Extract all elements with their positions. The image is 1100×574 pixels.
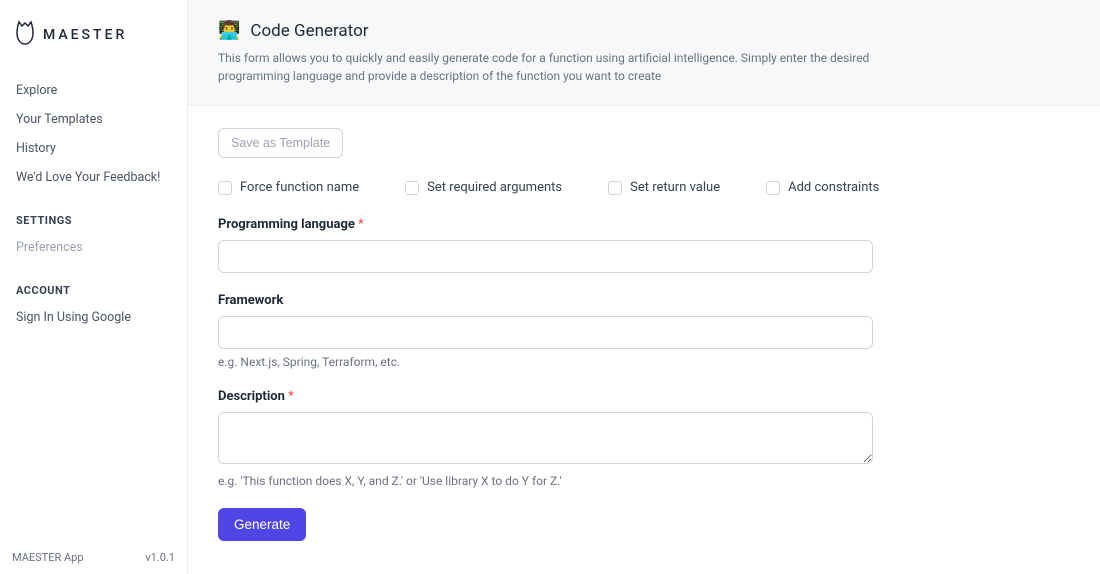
brand-name: MAESTER (43, 27, 127, 43)
sidebar-item-preferences: Preferences (0, 233, 187, 262)
description-textarea[interactable] (218, 412, 873, 464)
field-programming-language: Programming language * (218, 217, 1070, 273)
checkbox-add-constraints[interactable]: Add constraints (766, 180, 879, 195)
field-label-text: Description (218, 389, 285, 404)
checkbox-box-icon (766, 181, 780, 195)
field-description: Description * e.g. 'This function does X… (218, 389, 1070, 488)
sidebar-item-signin-google[interactable]: Sign In Using Google (0, 303, 187, 332)
framework-help-text: e.g. Next.js, Spring, Terraform, etc. (218, 355, 1070, 369)
sidebar-item-your-templates[interactable]: Your Templates (0, 105, 187, 134)
settings-nav: Preferences (0, 233, 187, 272)
description-help-text: e.g. 'This function does X, Y, and Z.' o… (218, 474, 1070, 488)
sidebar-item-feedback[interactable]: We'd Love Your Feedback! (0, 163, 187, 192)
checkbox-label: Add constraints (788, 180, 879, 195)
field-label-text: Programming language (218, 217, 355, 232)
sidebar-item-explore[interactable]: Explore (0, 76, 187, 105)
field-framework: Framework e.g. Next.js, Spring, Terrafor… (218, 293, 1070, 369)
checkbox-box-icon (608, 181, 622, 195)
sidebar-item-history[interactable]: History (0, 134, 187, 163)
checkbox-set-required-arguments[interactable]: Set required arguments (405, 180, 562, 195)
checkbox-label: Set required arguments (427, 180, 562, 195)
checkbox-label: Force function name (240, 180, 359, 195)
page-description: This form allows you to quickly and easi… (218, 49, 938, 85)
sidebar-footer: MAESTER App v1.0.1 (0, 541, 187, 574)
field-label: Description * (218, 389, 1070, 404)
footer-app-name: MAESTER App (12, 551, 84, 564)
main-content: 👨‍💻 Code Generator This form allows you … (188, 0, 1100, 574)
field-label: Framework (218, 293, 1070, 308)
checkbox-box-icon (405, 181, 419, 195)
generate-button[interactable]: Generate (218, 508, 306, 541)
field-label: Programming language * (218, 217, 1070, 232)
checkbox-set-return-value[interactable]: Set return value (608, 180, 720, 195)
account-nav: Sign In Using Google (0, 303, 187, 342)
primary-nav: Explore Your Templates History We'd Love… (0, 66, 187, 202)
form-content: Save as Template Force function name Set… (188, 106, 1100, 563)
save-as-template-button[interactable]: Save as Template (218, 128, 343, 158)
brand[interactable]: MAESTER (0, 0, 187, 66)
account-section-label: ACCOUNT (0, 272, 187, 303)
technologist-icon: 👨‍💻 (218, 20, 240, 41)
framework-input[interactable] (218, 316, 873, 349)
programming-language-input[interactable] (218, 240, 873, 273)
settings-section-label: SETTINGS (0, 202, 187, 233)
page-title: Code Generator (250, 21, 368, 41)
footer-version: v1.0.1 (145, 551, 175, 564)
page-header: 👨‍💻 Code Generator This form allows you … (188, 0, 1100, 106)
checkbox-force-function-name[interactable]: Force function name (218, 180, 359, 195)
required-indicator: * (358, 217, 364, 232)
brand-logo-icon (15, 20, 35, 50)
sidebar: MAESTER Explore Your Templates History W… (0, 0, 188, 574)
required-indicator: * (288, 389, 294, 404)
options-row: Force function name Set required argumen… (218, 180, 1070, 195)
checkbox-label: Set return value (630, 180, 720, 195)
checkbox-box-icon (218, 181, 232, 195)
